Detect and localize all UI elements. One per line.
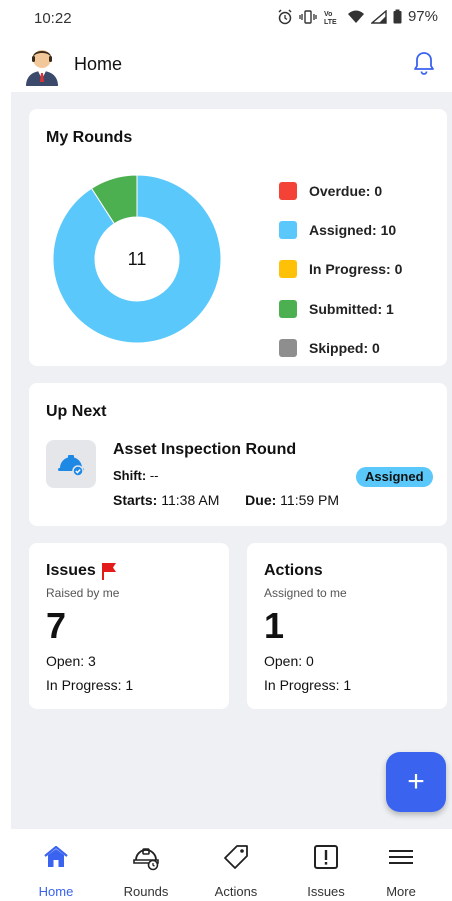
shift-label: Shift: [113,468,147,483]
due-label: Due: [245,492,277,508]
legend-label: In Progress: 0 [309,261,403,278]
nav-label-rounds: Rounds [123,884,169,899]
rounds-legend: Overdue: 0 Assigned: 10 In Progress: 0 S… [279,171,402,367]
issues-card[interactable]: Issues Raised by me 7 Open: 3 In Progres… [29,543,229,709]
legend-swatch [279,220,297,239]
wifi-icon [347,10,364,23]
actions-card[interactable]: Actions Assigned to me 1 Open: 0 In Prog… [247,543,447,709]
legend-swatch [279,338,297,357]
tag-icon [224,845,248,869]
bell-icon[interactable] [412,50,436,76]
my-rounds-title: My Rounds [46,129,133,146]
status-icons: Vo LTE 97% [277,8,438,25]
alarm-icon [278,8,292,24]
actions-count: 1 [264,605,285,646]
legend-label: Assigned: 10 [309,221,397,238]
issues-subtitle: Raised by me [46,586,120,600]
nav-item-home[interactable]: Home [11,829,101,901]
actions-title: Actions [264,562,323,579]
volte-icon: VoLTE [324,11,337,25]
nav-item-actions[interactable]: Actions [191,829,281,901]
nav-item-rounds[interactable]: Rounds [101,829,191,901]
svg-text:Vo: Vo [324,11,332,18]
due-value: 11:59 PM [280,492,340,508]
battery-percent: 97% [407,8,438,25]
my-rounds-card[interactable]: My Rounds 11 Overdue: 0 Assigned: 10 In … [29,109,447,366]
actions-in-progress: In Progress: 1 [264,677,352,693]
shift-value: -- [149,468,159,483]
round-name[interactable]: Asset Inspection Round [113,441,296,459]
up-next-card[interactable]: Up Next Asset Inspection Round Shift: --… [29,383,447,526]
home-icon [44,845,68,867]
issues-open: Open: 3 [46,653,96,669]
add-button[interactable]: + [386,752,446,812]
helmet-icon [58,455,84,477]
actions-title-row: Actions [264,562,323,580]
legend-item-overdue: Overdue: 0 [279,171,402,210]
legend-item-assigned: Assigned: 10 [279,210,402,249]
legend-swatch [279,181,297,200]
svg-text:LTE: LTE [324,19,337,25]
legend-swatch [279,260,297,279]
battery-icon [393,9,402,24]
nav-label-home: Home [38,884,74,899]
starts-label: Starts: [113,492,158,508]
bottom-nav: Home Rounds Actions Issues More [0,829,452,901]
menu-icon [389,850,413,864]
actions-subtitle: Assigned to me [264,586,347,600]
status-bar: 10:22 Vo LTE 97% [0,0,452,38]
legend-swatch [279,299,297,318]
home-content[interactable]: My Rounds 11 Overdue: 0 Assigned: 10 In … [11,92,452,829]
actions-open: Open: 0 [264,653,314,669]
legend-label: Submitted: 1 [309,300,394,317]
status-badge: Assigned [356,467,433,487]
status-time: 10:22 [34,10,72,27]
issues-title-row: Issues [46,562,120,580]
up-next-title: Up Next [46,403,107,420]
issues-title: Issues [46,562,96,579]
page-title: Home [74,54,123,74]
legend-item-in-progress: In Progress: 0 [279,250,402,289]
alert-icon [314,845,338,869]
shift-line: Shift: -- [113,468,159,483]
helmet-icon [133,848,159,871]
vibrate-icon [299,9,317,24]
issues-in-progress: In Progress: 1 [46,677,134,693]
nav-label-more: More [386,884,416,899]
flag-icon [101,563,116,580]
signal-icon [370,9,387,24]
legend-label: Skipped: 0 [309,339,380,356]
nav-label-actions: Actions [214,884,258,899]
legend-label: Overdue: 0 [309,182,383,199]
legend-item-submitted: Submitted: 1 [279,289,402,328]
times-line: Starts: 11:38 AM Due: 11:59 PM [113,492,339,508]
starts-value: 11:38 AM [161,492,220,508]
app-header: Home [0,38,452,92]
legend-item-skipped: Skipped: 0 [279,328,402,367]
issues-count: 7 [46,605,67,646]
rounds-total: 11 [127,248,147,269]
nav-item-more[interactable]: More [356,829,446,901]
avatar[interactable] [22,42,62,86]
round-icon-box [46,440,96,488]
